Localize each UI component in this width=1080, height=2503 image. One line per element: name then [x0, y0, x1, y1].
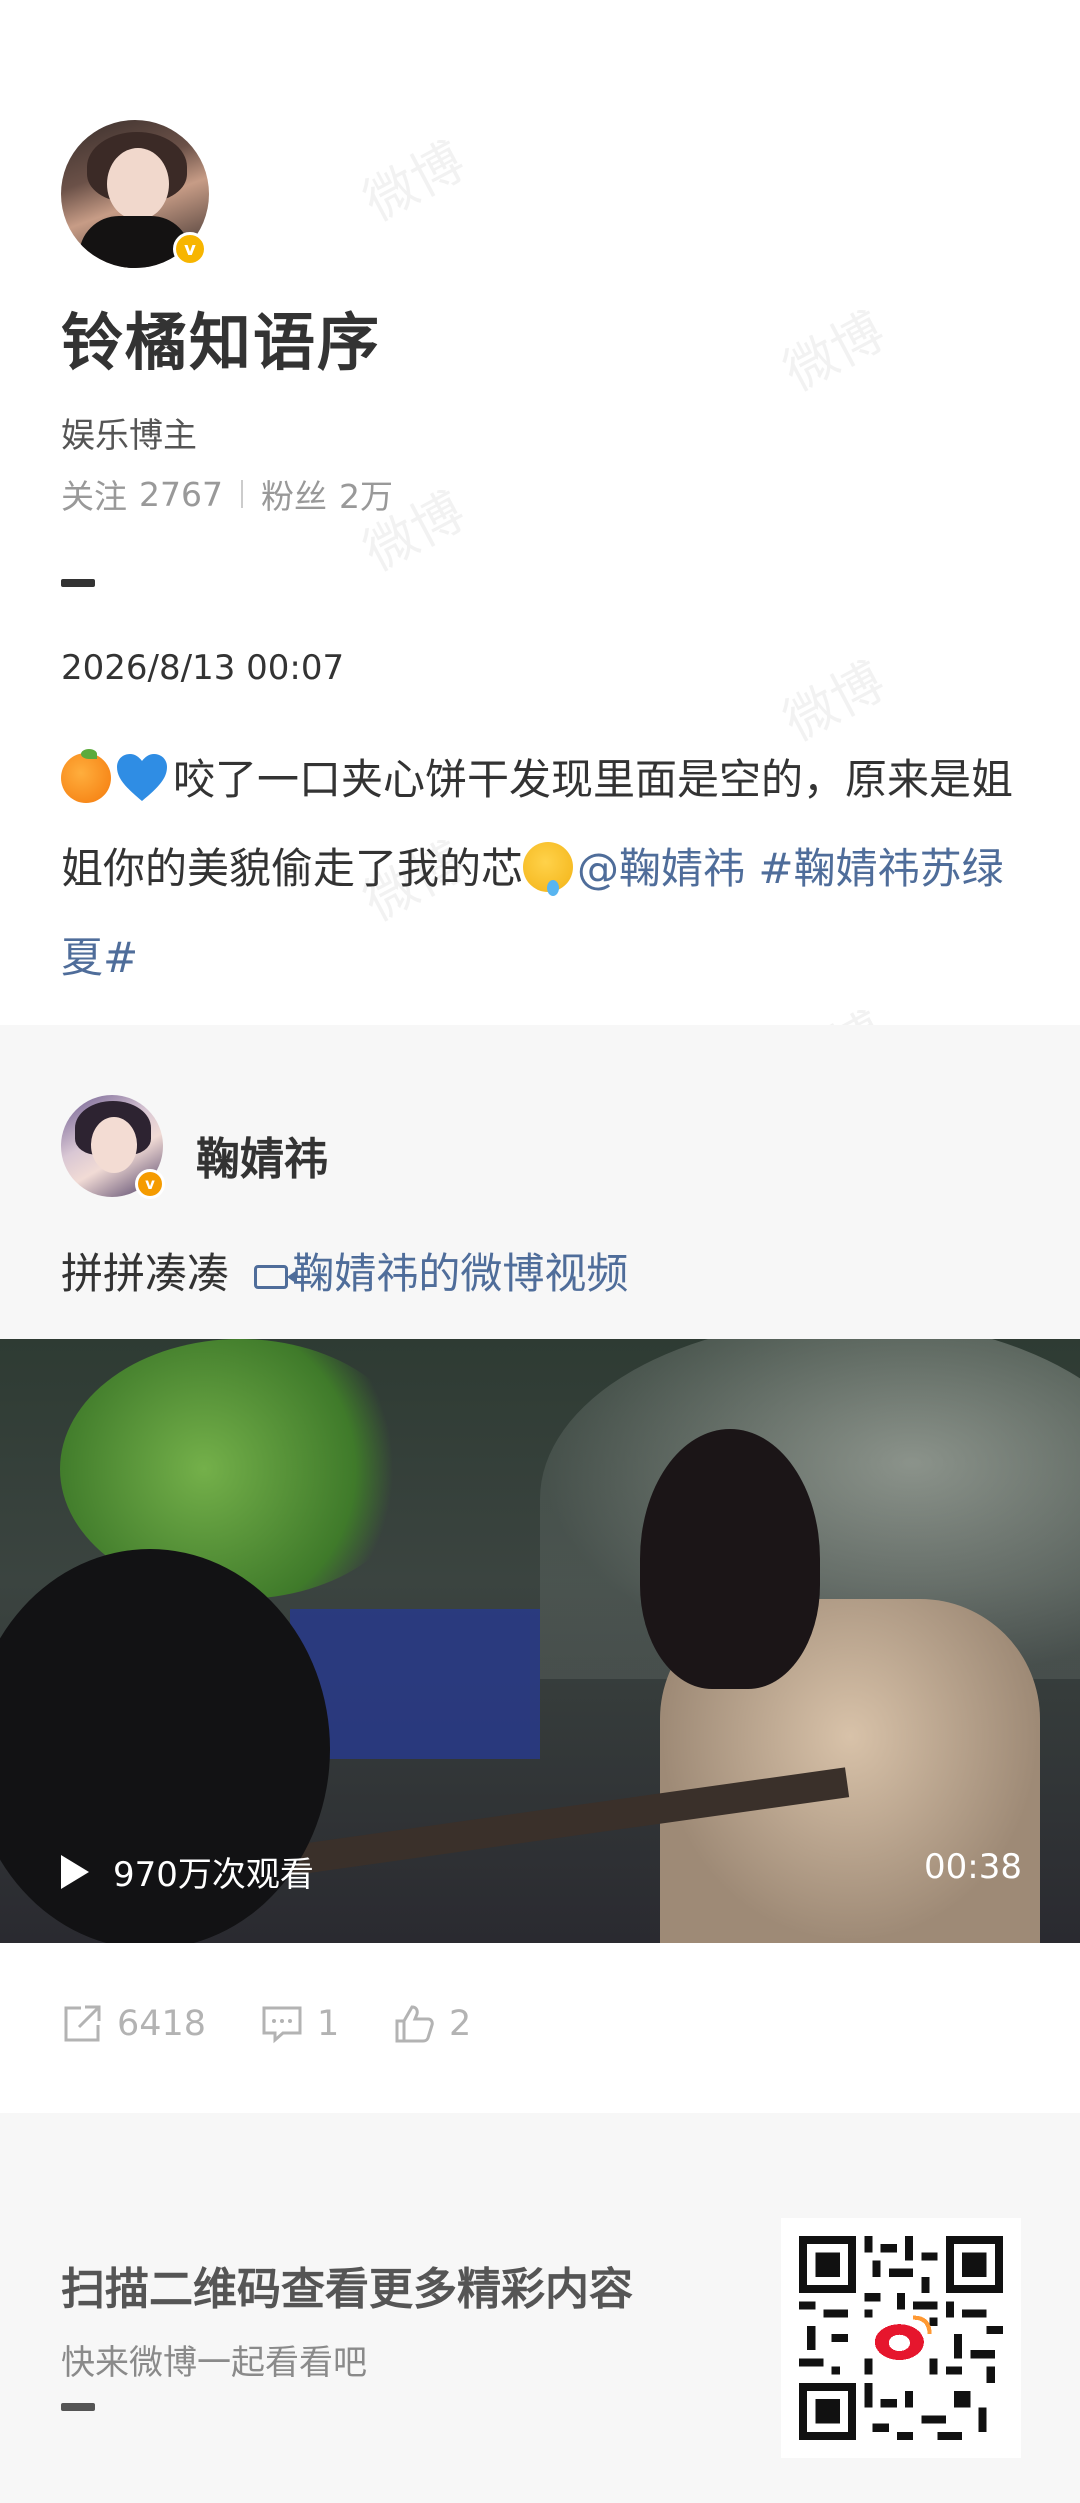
tangerine-emoji-icon — [61, 749, 111, 803]
like-button[interactable]: 2 — [393, 2003, 471, 2045]
section-divider — [61, 2403, 95, 2411]
qr-code[interactable] — [781, 2218, 1021, 2458]
thumbs-up-icon — [395, 2005, 434, 2043]
user-avatar[interactable]: v — [61, 120, 209, 268]
post-text: 咬了一口夹心饼干发现里面是空的，原来是姐姐你的美貌偷走了我的芯 @鞠婧祎 #鞠婧祎… — [61, 735, 1023, 1002]
username[interactable]: 铃橘知语序 — [61, 292, 381, 382]
repost-text: 拼拼凑凑 鞠婧祎的微博视频 — [61, 1240, 628, 1301]
action-bar: 6418 1 2 — [0, 1943, 1080, 2113]
play-icon[interactable] — [61, 1854, 89, 1889]
post-date: 2026/8/13 00:07 — [61, 648, 345, 688]
user-stats: 关注 2767 粉丝 2万 — [61, 470, 393, 518]
promo-title: 扫描二维码查看更多精彩内容 — [61, 2264, 633, 2315]
user-bio: 娱乐博主 — [61, 416, 197, 456]
section-divider — [61, 579, 95, 587]
following-label: 关注 — [61, 477, 127, 516]
followers-count[interactable]: 2万 — [339, 470, 393, 518]
video-link[interactable]: 鞠婧祎的微博视频 — [292, 1249, 628, 1298]
verified-badge-icon: v — [135, 1169, 165, 1199]
stats-divider — [240, 480, 243, 508]
video-player[interactable]: 970万次观看 00:38 — [0, 1339, 1080, 1943]
blue-heart-emoji-icon — [115, 744, 169, 801]
like-count: 2 — [449, 2004, 472, 2044]
video-camera-icon — [254, 1265, 289, 1289]
comment-count: 1 — [317, 2004, 340, 2044]
app-promo-footer: 扫描二维码查看更多精彩内容 快来微博一起看看吧 — [0, 2113, 1080, 2503]
view-count: 970万次观看 — [113, 1855, 314, 1895]
video-duration: 00:38 — [924, 1847, 1022, 1887]
repost-count: 6418 — [117, 2004, 207, 2044]
profile-header: v 铃橘知语序 娱乐博主 关注 2767 粉丝 2万 2026/8/13 00:… — [0, 0, 1080, 1025]
repost-body-text: 拼拼凑凑 — [61, 1249, 230, 1298]
drooling-face-emoji-icon — [523, 842, 574, 896]
following-count[interactable]: 2767 — [139, 475, 223, 514]
followers-label: 粉丝 — [260, 477, 327, 516]
repost-button[interactable]: 6418 — [61, 2003, 206, 2045]
share-icon — [64, 2005, 101, 2042]
verified-badge-icon: v — [173, 232, 207, 266]
comment-button[interactable]: 1 — [261, 2003, 339, 2045]
mention-link[interactable]: @鞠婧祎 — [577, 844, 745, 893]
repost-author-name[interactable]: 鞠婧祎 — [196, 1123, 328, 1187]
play-view-row: 970万次观看 — [61, 1847, 314, 1896]
comment-icon — [262, 2006, 302, 2044]
repost-author-avatar[interactable]: v — [61, 1095, 165, 1199]
reposted-card[interactable]: v 鞠婧祎 拼拼凑凑 鞠婧祎的微博视频 970万次观看 00:38 — [0, 1025, 1080, 1943]
promo-subtitle: 快来微博一起看看吧 — [61, 2343, 367, 2383]
